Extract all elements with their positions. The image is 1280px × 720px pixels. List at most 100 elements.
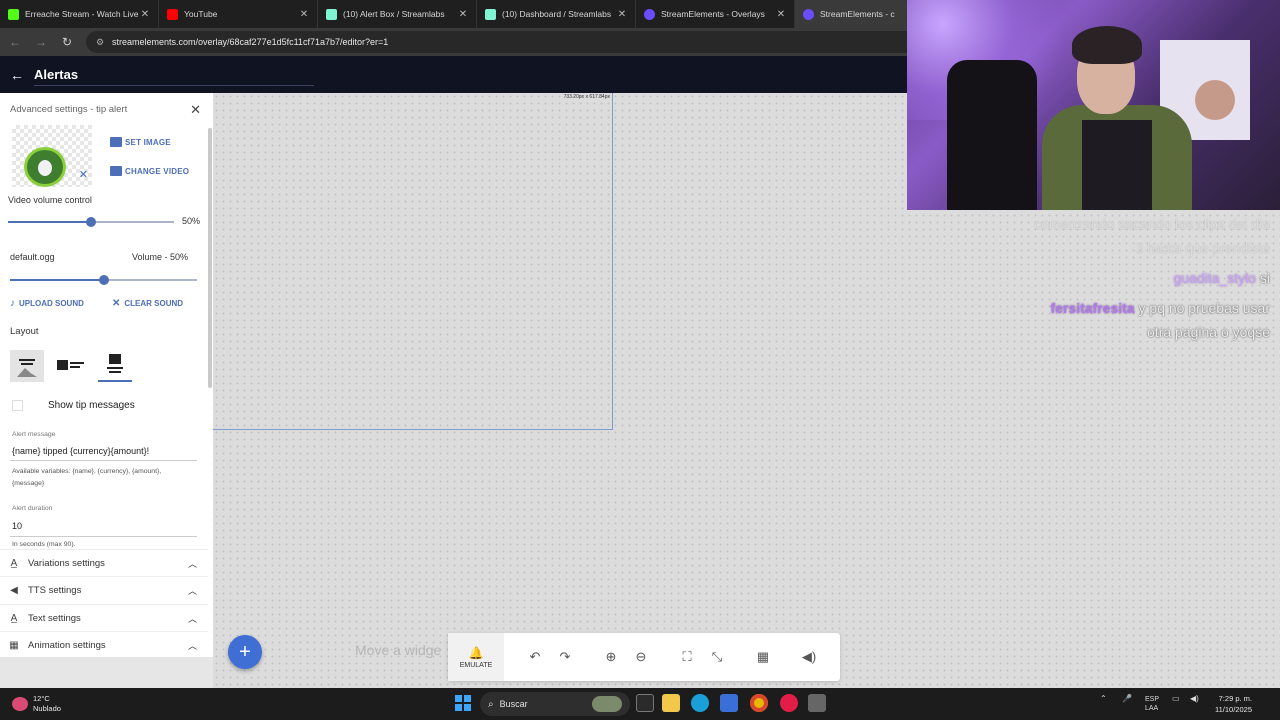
chat-username: fersitafresita [1050, 300, 1135, 316]
browser-tab[interactable]: (10) Alert Box / Streamlabs ✕ [318, 0, 477, 28]
back-arrow-icon[interactable]: ← [0, 67, 34, 83]
streamelements-icon [644, 8, 655, 20]
browser-tab[interactable]: Erreache Stream - Watch Live o ✕ [0, 0, 159, 28]
page-title: Alertas [34, 67, 79, 82]
alert-duration-field[interactable]: 10 [12, 521, 22, 531]
alert-widget-frame[interactable]: 733.20px x 617.84px [213, 93, 613, 430]
fullscreen-icon[interactable]: ⛶ [672, 649, 702, 665]
redo-icon[interactable]: ↷ [550, 649, 580, 665]
url-field[interactable]: ⚙ streamelements.com/overlay/68caf277e1d… [86, 31, 926, 53]
undo-icon[interactable]: ↶ [520, 649, 550, 665]
alert-message-label: Alert message [12, 431, 56, 438]
show-tip-messages-label: Show tip messages [48, 400, 135, 411]
accordion-text-settings[interactable]: A̲ Text settings ︿ [0, 604, 208, 631]
advanced-settings-panel: Advanced settings - tip alert ✕ ✕ SET IM… [0, 93, 213, 657]
grid-icon[interactable]: ▦ [748, 649, 778, 665]
forward-icon[interactable]: → [30, 31, 52, 53]
upload-sound-button[interactable]: ♪ UPLOAD SOUND [10, 298, 84, 309]
weather-desc: Nublado [33, 704, 61, 713]
chat-overlay: comenzando sacando los clips del dia 3 h… [850, 212, 1270, 344]
site-info-icon[interactable]: ⚙ [96, 37, 106, 48]
task-view-icon[interactable] [636, 694, 654, 712]
browser-tab[interactable]: StreamElements - Overlays ✕ [636, 0, 795, 28]
youtube-icon [167, 8, 178, 20]
accordion-variations-settings[interactable]: A̲ Variations settings ︿ [0, 549, 208, 576]
edge-icon[interactable] [691, 694, 709, 712]
close-icon[interactable]: ✕ [299, 9, 309, 20]
chevron-up-icon: ︿ [188, 558, 198, 569]
streamlabs-icon [485, 8, 496, 20]
weather-widget[interactable]: 12°C Nublado [12, 694, 61, 714]
show-tip-messages-checkbox[interactable] [12, 400, 23, 411]
speaker-icon: ◀ [10, 584, 18, 596]
slider-knob[interactable] [86, 217, 96, 227]
video-volume-slider[interactable] [8, 217, 174, 227]
chat-message: comenzando sacando los clips del dia [1034, 216, 1270, 232]
zoom-in-icon[interactable]: ⊕ [596, 649, 626, 665]
panel-scrollbar[interactable] [208, 128, 212, 388]
chat-message: y pq no pruebas usar [1138, 300, 1270, 316]
layout-option-image-below[interactable] [10, 350, 44, 382]
chrome-icon[interactable] [750, 694, 768, 712]
volume-icon[interactable]: ◀) [794, 649, 824, 665]
chat-message: si [1259, 270, 1270, 286]
video-icon [110, 166, 122, 176]
exit-fullscreen-icon[interactable]: ⤡ [702, 649, 732, 665]
browser-tab[interactable]: YouTube ✕ [159, 0, 318, 28]
add-widget-button[interactable]: + [228, 635, 262, 669]
browser-tab[interactable]: (10) Dashboard / Streamlabs ✕ [477, 0, 636, 28]
close-icon[interactable]: ✕ [617, 9, 627, 20]
video-volume-value: 50% [182, 216, 201, 226]
alert-duration-label: Alert duration [12, 505, 53, 512]
back-icon[interactable]: ← [4, 31, 26, 53]
file-explorer-icon[interactable] [662, 694, 680, 712]
alert-message-field[interactable]: {name} tipped {currency}{amount}! [12, 446, 149, 456]
reload-icon[interactable]: ↻ [56, 31, 78, 53]
bell-icon: 🔔 [468, 645, 484, 660]
language-indicator[interactable]: ESP LAA [1145, 695, 1159, 713]
title-underline [34, 85, 314, 86]
text-icon: A̲ [10, 612, 18, 624]
chevron-up-icon: ︿ [188, 640, 198, 651]
chevron-up-icon[interactable]: ⌃ [1100, 694, 1107, 703]
image-icon [110, 137, 122, 147]
close-icon[interactable]: ✕ [458, 9, 468, 20]
sound-volume-slider[interactable] [10, 275, 197, 285]
system-clock[interactable]: 7:29 p. m. 11/10/2025 [1215, 693, 1252, 715]
kick-icon [8, 8, 19, 20]
app-icon[interactable] [808, 694, 826, 712]
windows-start-icon[interactable] [455, 695, 471, 711]
music-note-icon: ♪ [10, 298, 15, 309]
search-highlight-image [592, 696, 622, 712]
text-icon: A̲ [10, 557, 18, 569]
layout-option-image-left[interactable] [54, 350, 88, 382]
media-app-icon[interactable] [780, 694, 798, 712]
slider-fill [8, 221, 91, 223]
clear-sound-button[interactable]: ✕ CLEAR SOUND [112, 298, 183, 309]
slider-knob[interactable] [98, 275, 109, 285]
close-icon[interactable]: ✕ [190, 102, 201, 118]
emulate-button[interactable]: 🔔 EMULATE [448, 633, 504, 681]
streamlabs-icon [326, 8, 337, 20]
layout-option-image-above[interactable] [98, 350, 132, 382]
zoom-out-icon[interactable]: ⊖ [626, 649, 656, 665]
animation-icon: ▦ [9, 639, 19, 651]
chevron-up-icon: ︿ [188, 613, 198, 624]
close-icon[interactable]: ✕ [140, 9, 150, 20]
taskbar-search[interactable]: ⌕ Buscar [480, 692, 630, 716]
set-image-button[interactable]: SET IMAGE [110, 137, 171, 147]
store-icon[interactable] [720, 694, 738, 712]
change-video-button[interactable]: CHANGE VIDEO [110, 166, 189, 176]
network-icon[interactable]: ▭ [1172, 694, 1180, 703]
close-icon[interactable]: ✕ [776, 9, 786, 20]
microphone-icon[interactable]: 🎤 [1122, 694, 1132, 703]
field-underline [10, 536, 197, 537]
accordion-tts-settings[interactable]: ◀ TTS settings ︿ [0, 576, 208, 603]
media-thumbnail: ✕ [12, 125, 92, 187]
streamelements-icon [803, 8, 814, 20]
chat-message: otra pagina o yoqse [1147, 324, 1270, 340]
speaker-icon[interactable]: ◀) [1190, 694, 1199, 703]
chat-username: guadita_stylo [1173, 270, 1256, 286]
accordion-animation-settings[interactable]: ▦ Animation settings ︿ [0, 631, 208, 657]
remove-media-icon[interactable]: ✕ [79, 168, 88, 181]
